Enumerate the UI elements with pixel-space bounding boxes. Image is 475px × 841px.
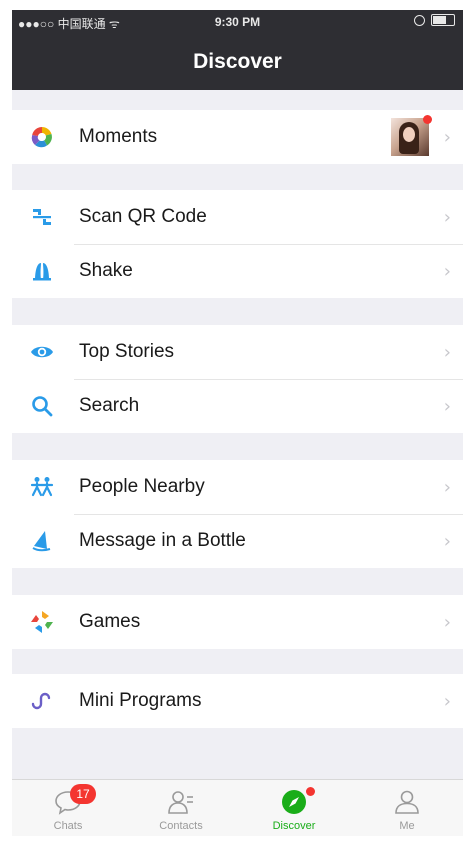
discover-item-label: People Nearby [79,476,205,497]
top-stories-eye-icon [31,346,53,358]
chevron-right-icon: › [443,531,451,552]
mini-programs-icon [31,692,51,710]
chevron-right-icon: › [443,261,451,282]
discover-item-games[interactable]: Games › [12,595,463,649]
status-time: 9:30 PM [214,15,261,29]
page-title: Discover [193,50,282,73]
tab-contacts[interactable]: Contacts [125,780,237,836]
group-stories-search: Top Stories › Search › [12,325,463,433]
moments-icon [31,127,52,148]
tab-chats[interactable]: 17 Chats [12,780,124,836]
discover-item-label: Scan QR Code [79,206,207,227]
chevron-right-icon: › [443,127,451,148]
discover-item-people-nearby[interactable]: People Nearby › [12,460,463,514]
chevron-right-icon: › [443,612,451,633]
tab-label: Discover [272,820,316,832]
new-activity-dot [306,787,315,796]
tab-discover[interactable]: Discover [238,780,350,836]
orientation-lock-icon [414,14,425,26]
shake-icon [33,263,51,281]
discover-item-shake[interactable]: Shake › [12,244,463,298]
discover-item-message-in-a-bottle[interactable]: Message in a Bottle › [12,514,463,568]
tab-label: Chats [53,820,83,832]
discover-item-mini-programs[interactable]: Mini Programs › [12,674,463,728]
new-moments-dot [423,115,432,124]
wechat-discover-screen: ●●●○○ 中国联通 ᯤ 9:30 PM Discover Moments › … [12,10,463,836]
discover-item-scan-qr-code[interactable]: Scan QR Code › [12,190,463,244]
games-icon [31,611,53,633]
scan-qr-code-icon [33,209,51,225]
tab-label: Contacts [159,820,203,832]
group-games: Games › [12,595,463,649]
discover-item-moments[interactable]: Moments › [12,110,463,164]
unread-badge: 17 [70,784,96,804]
chevron-right-icon: › [443,396,451,417]
discover-compass-icon [282,790,306,814]
group-mini-programs: Mini Programs › [12,674,463,728]
discover-item-label: Search [79,395,140,416]
discover-item-label: Moments [79,126,158,147]
moments-friend-avatar [391,118,429,156]
contacts-icon [168,791,193,814]
discover-item-label: Games [79,611,141,632]
discover-item-top-stories[interactable]: Top Stories › [12,325,463,379]
discover-item-search[interactable]: Search › [12,379,463,433]
chevron-right-icon: › [443,477,451,498]
tab-me[interactable]: Me [351,780,463,836]
tab-bar: 17 Chats Contacts Discover Me [12,779,463,836]
message-bottle-icon [32,531,51,552]
chevron-right-icon: › [443,691,451,712]
chevron-right-icon: › [443,207,451,228]
me-icon [395,790,419,814]
group-nearby-bottle: People Nearby › Message in a Bottle › [12,460,463,568]
people-nearby-icon [30,477,54,497]
chevron-right-icon: › [443,342,451,363]
top-bar: ●●●○○ 中国联通 ᯤ 9:30 PM Discover [12,10,463,90]
search-icon [32,396,53,417]
battery-icon [431,14,455,26]
discover-item-label: Mini Programs [79,690,202,711]
discover-item-label: Message in a Bottle [79,530,246,551]
discover-item-label: Top Stories [79,341,175,362]
tab-label: Me [399,820,415,832]
group-moments: Moments › [12,110,463,164]
status-right [414,14,455,26]
discover-item-label: Shake [79,260,133,281]
status-bar: ●●●○○ 中国联通 ᯤ 9:30 PM [12,10,463,34]
group-scan-shake: Scan QR Code › Shake › [12,190,463,298]
